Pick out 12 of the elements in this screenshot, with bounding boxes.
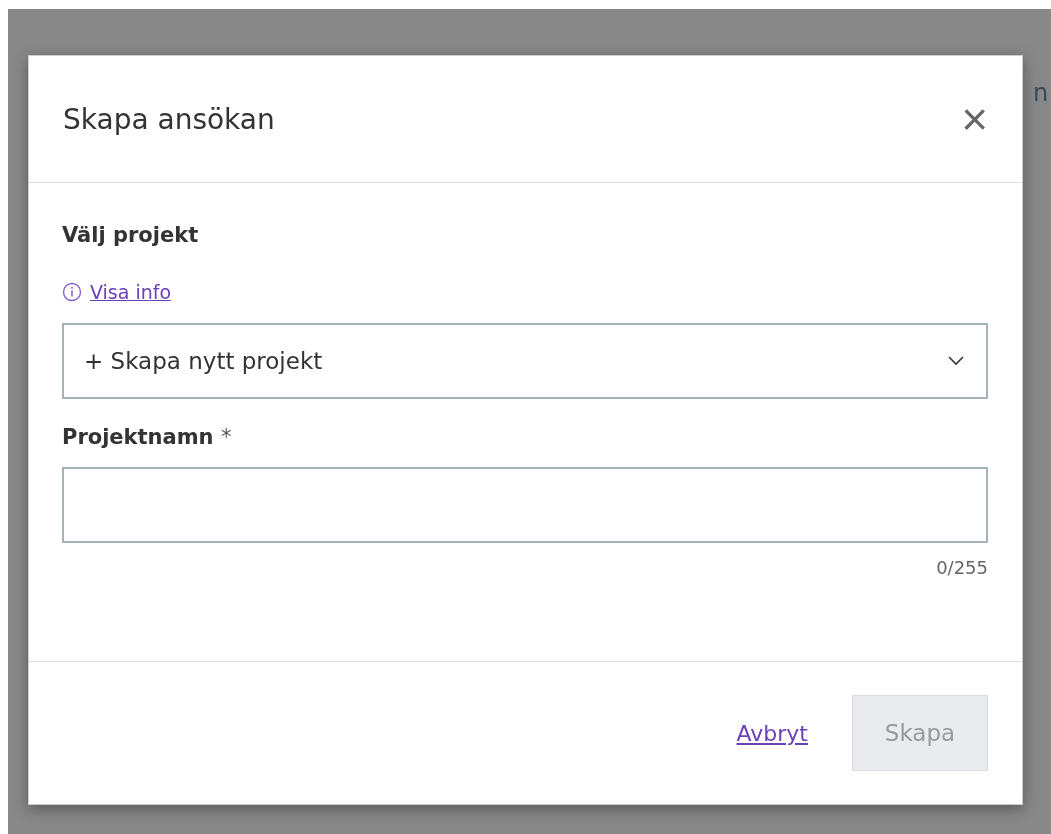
chevron-down-icon <box>948 356 964 366</box>
character-counter: 0/255 <box>935 557 988 578</box>
field-label: Välj projekt <box>62 223 199 247</box>
field-label: Projektnamn * <box>62 425 232 449</box>
dialog-title: Skapa ansökan <box>63 102 275 136</box>
info-link[interactable]: Visa info <box>90 281 172 303</box>
project-dropdown[interactable]: + Skapa nytt projekt <box>62 323 988 399</box>
close-button[interactable]: × <box>957 96 992 142</box>
project-name-field[interactable] <box>62 467 988 543</box>
info-icon <box>62 282 82 302</box>
background-text: n <box>1033 79 1049 107</box>
cancel-link[interactable]: Avbryt <box>736 720 808 746</box>
